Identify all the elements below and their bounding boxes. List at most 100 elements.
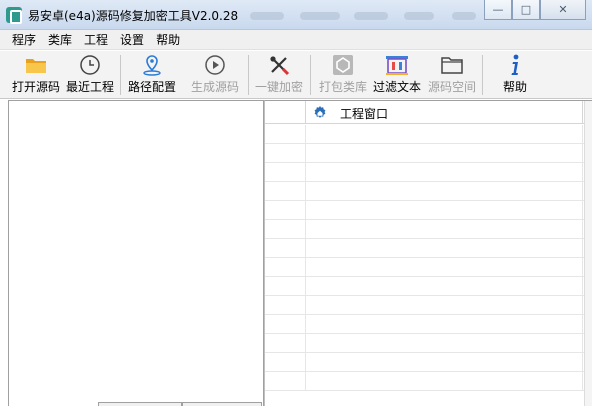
table-row[interactable] bbox=[265, 182, 585, 201]
blurred-background-text bbox=[300, 12, 340, 20]
table-row[interactable] bbox=[265, 353, 585, 372]
toolbar-label: 源码空间 bbox=[427, 80, 476, 94]
grid-header: 工程窗口 bbox=[265, 101, 585, 124]
toolbar-label: 打开源码 bbox=[11, 80, 60, 94]
row-index-cell bbox=[265, 258, 306, 277]
play-circle-icon bbox=[203, 53, 227, 77]
toolbar-label: 路径配置 bbox=[127, 80, 176, 94]
blurred-background-text bbox=[404, 12, 434, 20]
table-row[interactable] bbox=[265, 372, 585, 391]
row-index-cell bbox=[265, 201, 306, 220]
row-content-cell bbox=[306, 315, 583, 334]
blurred-background-text bbox=[452, 12, 476, 20]
table-row[interactable] bbox=[265, 239, 585, 258]
toolbar-label: 一键加密 bbox=[254, 80, 303, 94]
row-content-cell bbox=[306, 220, 583, 239]
row-index-cell bbox=[265, 239, 306, 258]
filter-text-icon bbox=[385, 53, 409, 77]
open-source-button[interactable]: 打开源码 bbox=[10, 53, 62, 97]
window-title: 易安卓(e4a)源码修复加密工具V2.0.28 bbox=[28, 9, 239, 23]
toolbar-label: 生成源码 bbox=[190, 80, 239, 94]
row-content-cell bbox=[306, 334, 583, 353]
folder-outline-icon bbox=[440, 53, 464, 77]
blurred-background-text bbox=[354, 12, 388, 20]
info-icon bbox=[503, 53, 527, 77]
table-row[interactable] bbox=[265, 334, 585, 353]
blurred-background-text bbox=[250, 12, 284, 20]
table-row[interactable] bbox=[265, 277, 585, 296]
table-row[interactable] bbox=[265, 315, 585, 334]
toolbar-separator bbox=[310, 55, 311, 95]
toolbar-label: 打包类库 bbox=[318, 80, 367, 94]
toolbar-separator bbox=[482, 55, 483, 95]
app-icon bbox=[6, 7, 22, 24]
table-row[interactable] bbox=[265, 220, 585, 239]
row-content-cell bbox=[306, 372, 583, 391]
menu-library[interactable]: 类库 bbox=[42, 30, 78, 50]
folder-icon bbox=[24, 53, 48, 77]
table-row[interactable] bbox=[265, 163, 585, 182]
clock-icon bbox=[78, 53, 102, 77]
row-index-cell bbox=[265, 182, 306, 201]
pane-tab[interactable] bbox=[98, 402, 182, 406]
row-content-cell bbox=[306, 258, 583, 277]
row-index-cell bbox=[265, 372, 306, 391]
gear-home-icon bbox=[312, 105, 328, 121]
row-index-cell bbox=[265, 296, 306, 315]
row-index-cell bbox=[265, 144, 306, 163]
source-space-button[interactable]: 源码空间 bbox=[426, 53, 478, 97]
row-index-cell bbox=[265, 353, 306, 372]
project-tree-panel[interactable] bbox=[8, 100, 264, 406]
project-window-title: 工程窗口 bbox=[340, 107, 389, 121]
row-content-cell bbox=[306, 144, 583, 163]
filter-text-button[interactable]: 过滤文本 bbox=[372, 53, 422, 97]
row-index-cell bbox=[265, 220, 306, 239]
project-window-grid: 工程窗口 bbox=[264, 100, 592, 406]
table-row[interactable] bbox=[265, 144, 585, 163]
row-content-cell bbox=[306, 163, 583, 182]
restore-button[interactable]: □ bbox=[512, 0, 540, 20]
generate-source-button[interactable]: 生成源码 bbox=[188, 53, 242, 97]
help-button[interactable]: 帮助 bbox=[498, 53, 532, 97]
row-content-cell bbox=[306, 125, 583, 144]
pane-tab[interactable] bbox=[182, 402, 262, 406]
toolbar-label: 帮助 bbox=[502, 80, 527, 94]
toolbar-separator bbox=[248, 55, 249, 95]
table-row[interactable] bbox=[265, 125, 585, 144]
row-index-cell bbox=[265, 334, 306, 353]
row-content-cell bbox=[306, 353, 583, 372]
toolbar-label: 过滤文本 bbox=[372, 80, 421, 94]
menu-bar: 程序 类库 工程 设置 帮助 bbox=[0, 30, 592, 50]
table-row[interactable] bbox=[265, 201, 585, 220]
package-icon bbox=[331, 53, 355, 77]
grid-header-cell bbox=[265, 101, 306, 124]
row-index-cell bbox=[265, 163, 306, 182]
row-content-cell bbox=[306, 182, 583, 201]
menu-help[interactable]: 帮助 bbox=[150, 30, 186, 50]
left-pane-tabs bbox=[8, 400, 264, 406]
recent-projects-button[interactable]: 最近工程 bbox=[64, 53, 116, 97]
minimize-button[interactable]: — bbox=[484, 0, 512, 20]
grid-body[interactable] bbox=[265, 125, 585, 406]
table-row[interactable] bbox=[265, 296, 585, 315]
path-config-button[interactable]: 路径配置 bbox=[126, 53, 178, 97]
row-index-cell bbox=[265, 125, 306, 144]
menu-settings[interactable]: 设置 bbox=[114, 30, 150, 50]
row-content-cell bbox=[306, 277, 583, 296]
row-content-cell bbox=[306, 201, 583, 220]
tools-icon bbox=[267, 53, 291, 77]
menu-program[interactable]: 程序 bbox=[6, 30, 42, 50]
table-row[interactable] bbox=[265, 258, 585, 277]
close-button[interactable]: ✕ bbox=[540, 0, 586, 20]
toolbar: 打开源码 最近工程 路径配置 生成源码 一键加密 打包类库 过滤文本 源码空间 … bbox=[0, 51, 592, 99]
toolbar-label: 最近工程 bbox=[65, 80, 114, 94]
vertical-scrollbar[interactable] bbox=[584, 101, 592, 406]
toolbar-separator bbox=[120, 55, 121, 95]
location-pin-icon bbox=[140, 53, 164, 77]
one-click-encrypt-button[interactable]: 一键加密 bbox=[252, 53, 306, 97]
package-library-button[interactable]: 打包类库 bbox=[316, 53, 370, 97]
row-index-cell bbox=[265, 315, 306, 334]
menu-project[interactable]: 工程 bbox=[78, 30, 114, 50]
row-content-cell bbox=[306, 239, 583, 258]
title-bar: 易安卓(e4a)源码修复加密工具V2.0.28 — □ ✕ bbox=[0, 0, 592, 30]
